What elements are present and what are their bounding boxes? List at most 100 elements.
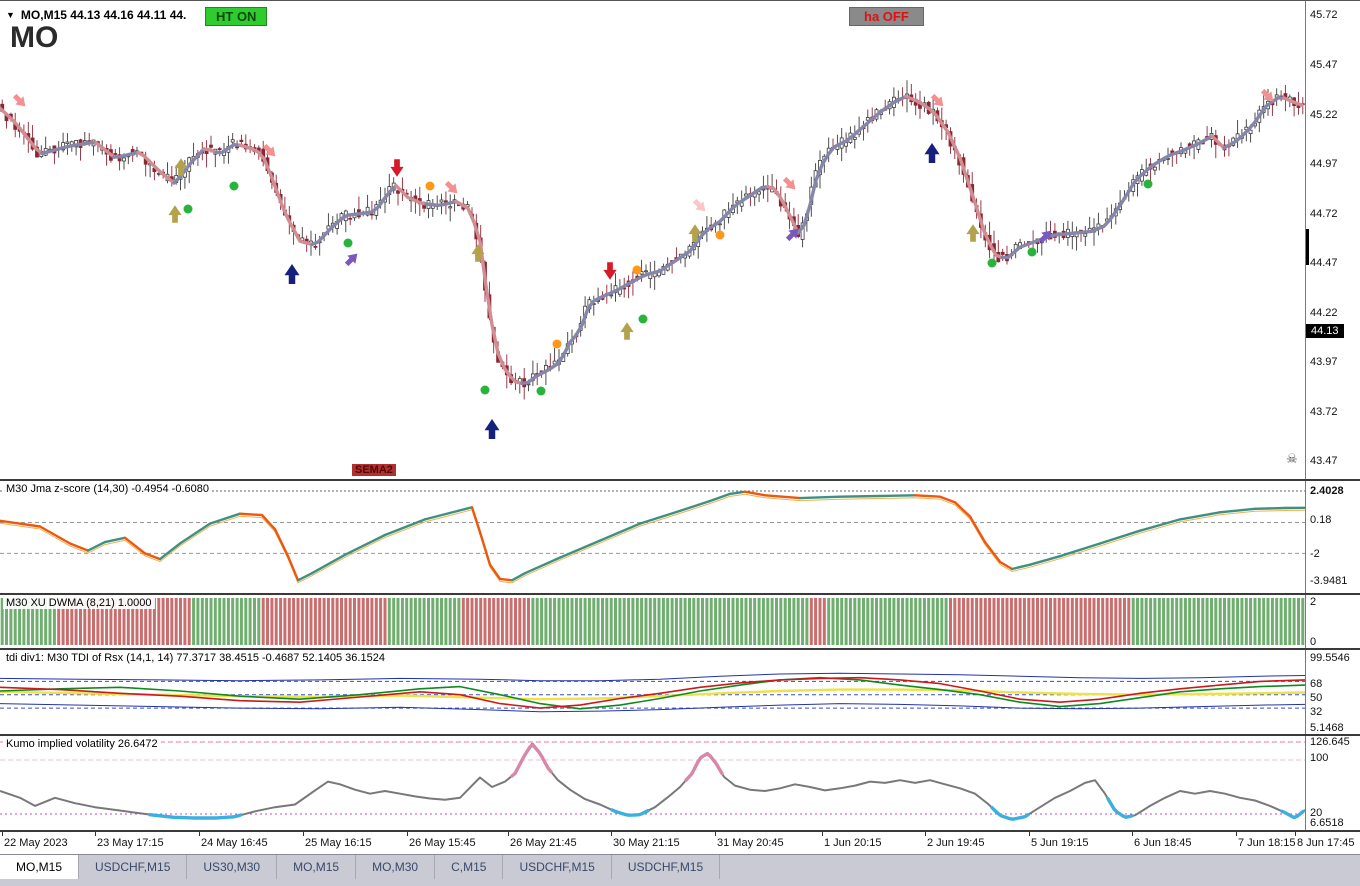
chart-tab-7[interactable]: USDCHF,M15 [612,855,720,879]
dwma-bar [188,598,191,645]
dwma-bar [1293,598,1296,645]
kumo-volatility-panel[interactable]: Kumo implied volatility 26.6472 [0,736,1305,830]
time-tick [1295,832,1296,836]
dwma-bar [1197,598,1200,645]
scale-label: 44.22 [1310,307,1338,319]
dwma-bar [331,598,334,645]
signal-dot-icon [230,182,239,191]
dwma-bar [262,598,265,645]
chart-tab-2[interactable]: US30,M30 [187,855,277,879]
panel-divider[interactable] [0,479,1360,481]
dwma-bar [1127,598,1130,645]
bear-candle [240,140,243,141]
chart-tab-3[interactable]: MO,M15 [277,855,356,879]
dwma-bar [679,598,682,645]
price-scale-axis[interactable]: 44.13 45.7245.4745.2244.9744.7244.4744.2… [1305,1,1360,832]
dwma-bar [201,598,204,645]
dwma-bar [1119,598,1122,645]
symbol-dropdown-icon[interactable]: ▼ [6,10,15,20]
signal-arrow-icon [343,250,362,269]
dwma-bar [1132,598,1135,645]
dwma-bar [1297,598,1300,645]
dwma-bar [966,598,969,645]
jma-zscore-line [560,541,600,558]
dwma-bar [1075,598,1078,645]
dwma-bar [410,598,413,645]
dwma-bar [819,598,822,645]
dwma-bar [1288,598,1291,645]
dwma-bar [771,598,774,645]
signal-arrow-icon [966,224,979,242]
bull-candle [123,158,126,161]
ha-toggle-button[interactable]: ha OFF [849,7,924,26]
dwma-bar [662,598,665,645]
dwma-bar [558,598,561,645]
dwma-bar [997,598,1000,645]
kumo-label: Kumo implied volatility 26.6472 [3,738,161,750]
jma-zscore-line [312,555,345,573]
dwma-bar [949,598,952,645]
dwma-bar [1206,598,1209,645]
scale-label: 43.72 [1310,406,1338,418]
dwma-bar [523,598,526,645]
dwma-bar [1014,598,1017,645]
axis-marker-bar [1306,229,1309,265]
dwma-bar [214,598,217,645]
dwma-bar [170,598,173,645]
time-tick [1132,832,1133,836]
dwma-bar [901,598,904,645]
bear-candle [444,201,447,202]
panel-divider[interactable] [0,648,1360,650]
dwma-panel[interactable]: M30 XU DWMA (8,21) 1.0000 [0,595,1305,648]
bull-candle [853,137,856,139]
jma-zscore-line [730,492,745,494]
ht-toggle-button[interactable]: HT ON [205,7,267,26]
jma-zscore-panel[interactable]: M30 Jma z-score (14,30) -0.4954 -0.6080 [0,481,1305,593]
dwma-bar [1210,598,1213,645]
dwma-bar [605,598,608,645]
dwma-histogram[interactable] [0,595,1305,648]
dwma-bar [1184,598,1187,645]
dwma-bar [449,598,452,645]
jma-zscore-plot[interactable] [0,481,1305,593]
main-chart-panel[interactable]: MO ▼ MO,M15 44.13 44.16 44.11 44. HT ON … [0,1,1305,479]
dwma-bar [414,598,417,645]
dwma-bar [1001,598,1004,645]
panel-divider[interactable] [0,830,1360,832]
chart-tab-4[interactable]: MO,M30 [356,855,435,879]
time-scale-axis[interactable]: 22 May 202323 May 17:1524 May 16:4525 Ma… [0,832,1360,854]
chart-tab-1[interactable]: USDCHF,M15 [79,855,187,879]
kumo-plot[interactable] [0,736,1305,830]
jma-zscore-line [240,514,262,515]
panel-divider[interactable] [0,734,1360,736]
dwma-bar [610,598,613,645]
dwma-bar [705,598,708,645]
dwma-bar [531,598,534,645]
jma-zscore-line [385,519,425,535]
time-tick [407,832,408,836]
chart-tab-5[interactable]: C,M15 [435,855,503,879]
chart-tab-6[interactable]: USDCHF,M15 [503,855,611,879]
dwma-bar [166,598,169,645]
dwma-bar [784,598,787,645]
dwma-bar [1114,598,1117,645]
chart-tab-0[interactable]: MO,M15 [0,855,79,879]
dwma-bar [1006,598,1009,645]
dwma-bar [379,598,382,645]
time-tick [303,832,304,836]
candlestick-chart[interactable] [0,1,1305,479]
kumo-highlight [150,815,240,818]
time-label: 6 Jun 18:45 [1134,837,1192,849]
dwma-bar [879,598,882,645]
signal-dot-icon [1028,248,1037,257]
dwma-bar [571,598,574,645]
jma-zscore-line [125,538,145,554]
dwma-bar [732,598,735,645]
dwma-bar [453,598,456,645]
dwma-bar [1097,598,1100,645]
panel-divider[interactable] [0,593,1360,595]
dwma-bar [919,598,922,645]
tdi-panel[interactable]: tdi div1: M30 TDI of Rsx (14,1, 14) 77.3… [0,650,1305,734]
dwma-bar [1201,598,1204,645]
scale-label: 45.47 [1310,59,1338,71]
